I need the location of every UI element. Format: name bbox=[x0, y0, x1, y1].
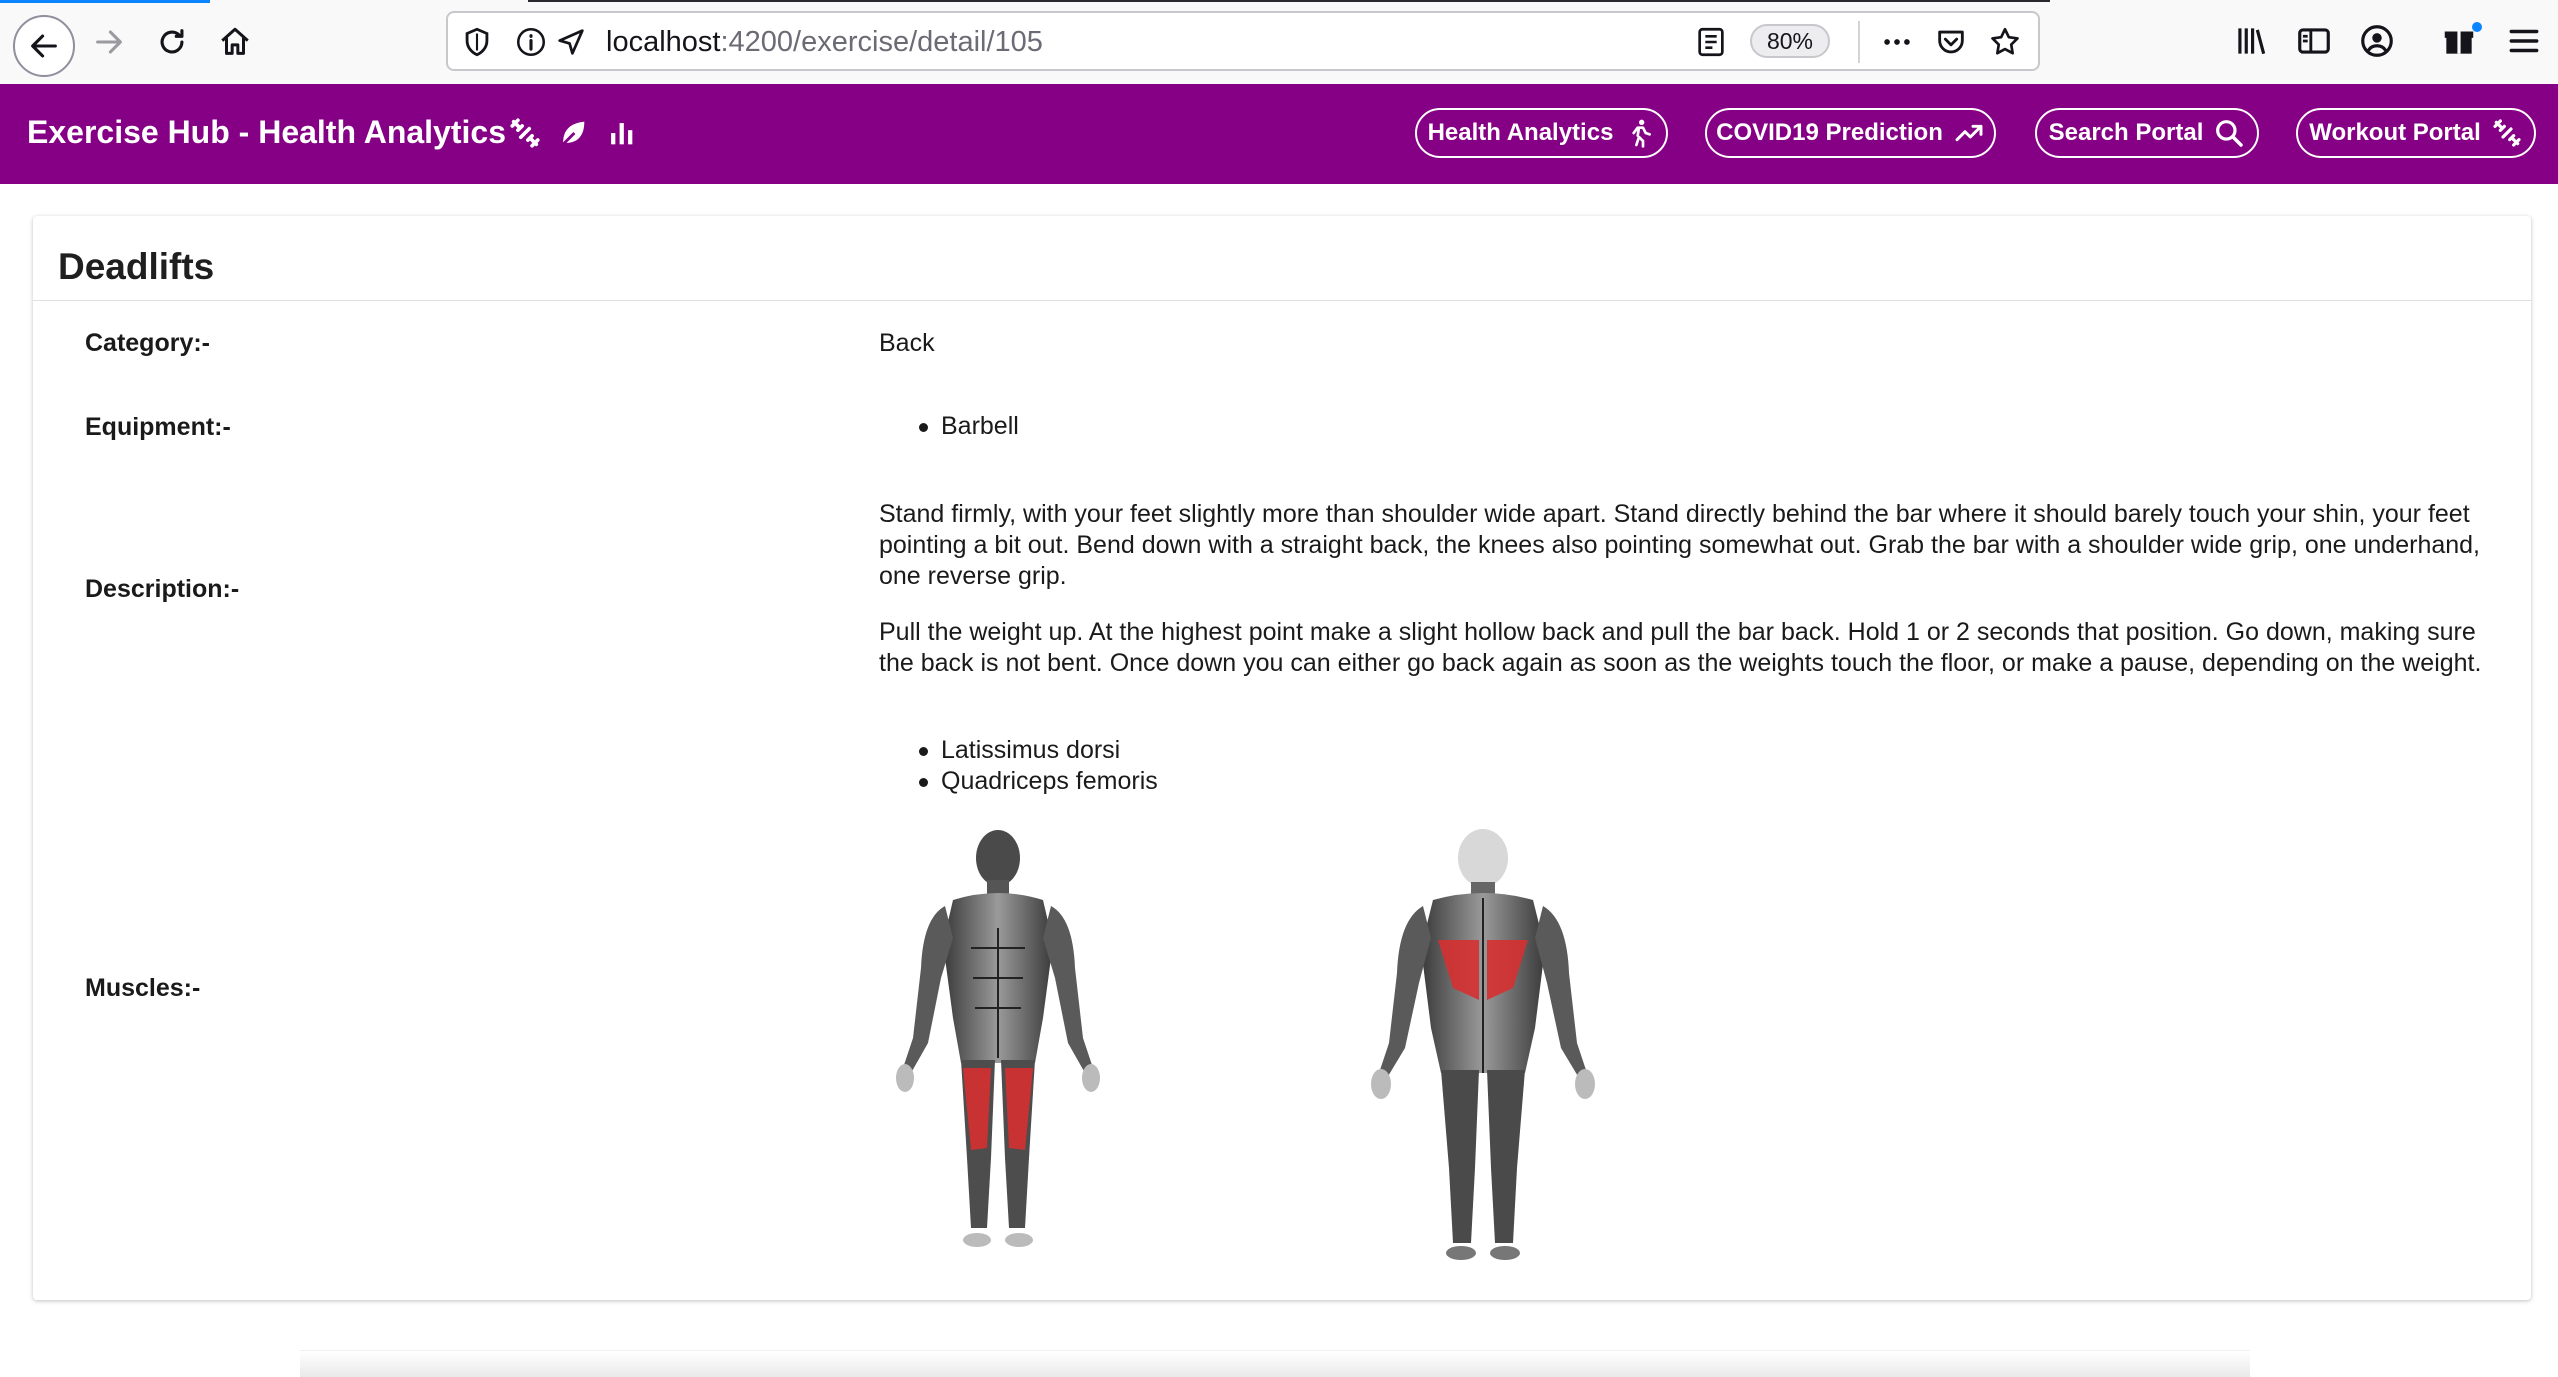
search-portal-label: Search Portal bbox=[2048, 119, 2204, 146]
muscle-diagram-front bbox=[896, 830, 1100, 1247]
pocket-icon[interactable] bbox=[1934, 25, 1968, 59]
back-button[interactable] bbox=[13, 15, 75, 77]
workout-portal-button[interactable]: Workout Portal bbox=[2296, 108, 2536, 158]
address-bar[interactable]: localhost:4200/exercise/detail/105 80% bbox=[446, 11, 2040, 71]
covid19-prediction-button[interactable]: COVID19 Prediction bbox=[1705, 108, 1996, 158]
shield-icon[interactable] bbox=[460, 25, 494, 59]
reload-button[interactable] bbox=[146, 16, 198, 68]
category-label: Category:- bbox=[85, 329, 211, 357]
library-button[interactable] bbox=[2232, 22, 2270, 60]
list-item: Latissimus dorsi bbox=[879, 735, 1158, 766]
equipment-list: Barbell bbox=[879, 411, 1019, 442]
exercise-detail-card: Deadlifts Category:- Back Equipment:- Ba… bbox=[33, 216, 2531, 1300]
tab-indicator bbox=[0, 0, 210, 3]
bookmark-star-icon[interactable] bbox=[1988, 25, 2022, 59]
covid19-prediction-label: COVID19 Prediction bbox=[1716, 119, 1943, 146]
reload-icon bbox=[160, 29, 184, 54]
list-item: Barbell bbox=[879, 411, 1019, 442]
search-portal-button[interactable]: Search Portal bbox=[2035, 108, 2259, 158]
app-header: Exercise Hub - Health Analytics Health A… bbox=[0, 84, 2558, 184]
workout-portal-label: Workout Portal bbox=[2309, 119, 2481, 146]
muscle-diagram-back bbox=[1371, 829, 1595, 1260]
url-path: :4200/exercise/detail/105 bbox=[720, 26, 1043, 58]
equipment-label: Equipment:- bbox=[85, 413, 231, 441]
muscles-list: Latissimus dorsi Quadriceps femoris bbox=[879, 735, 1158, 797]
header-icons bbox=[508, 116, 638, 150]
dumbbell-icon bbox=[2493, 119, 2521, 147]
hamburger-menu-icon bbox=[2509, 29, 2539, 53]
description-paragraph: Pull the weight up. At the highest point… bbox=[879, 618, 2482, 677]
app-title[interactable]: Exercise Hub - Health Analytics bbox=[27, 114, 506, 151]
leaf-icon bbox=[560, 121, 585, 147]
account-button[interactable] bbox=[2358, 22, 2396, 60]
description-paragraph: Stand firmly, with your feet slightly mo… bbox=[879, 500, 2481, 590]
exercise-name: Deadlifts bbox=[58, 246, 215, 287]
home-button[interactable] bbox=[209, 16, 261, 68]
search-icon bbox=[2216, 120, 2244, 147]
health-analytics-label: Health Analytics bbox=[1427, 119, 1614, 146]
running-person-icon bbox=[1632, 119, 1652, 148]
library-icon bbox=[2238, 28, 2266, 55]
category-value: Back bbox=[879, 329, 935, 357]
location-arrow-icon[interactable] bbox=[554, 25, 588, 59]
arrow-right-icon bbox=[96, 30, 122, 54]
account-icon bbox=[2361, 25, 2393, 57]
dumbbell-icon bbox=[510, 118, 540, 148]
more-actions-icon[interactable] bbox=[1880, 25, 1914, 59]
info-icon[interactable] bbox=[514, 25, 548, 59]
forward-button[interactable] bbox=[83, 16, 135, 68]
url-text[interactable]: localhost:4200/exercise/detail/105 bbox=[606, 26, 1043, 59]
reader-view-icon[interactable] bbox=[1694, 25, 1728, 59]
notification-dot bbox=[2472, 22, 2482, 32]
zoom-level[interactable]: 80% bbox=[1750, 24, 1830, 58]
card-divider bbox=[33, 300, 2531, 301]
sidebar-button[interactable] bbox=[2295, 22, 2333, 60]
url-divider bbox=[1858, 21, 1860, 63]
menu-button[interactable] bbox=[2505, 22, 2543, 60]
page-scroll-shadow bbox=[300, 1350, 2250, 1377]
arrow-left-icon bbox=[31, 34, 57, 58]
health-analytics-button[interactable]: Health Analytics bbox=[1415, 108, 1668, 158]
sidebar-icon bbox=[2298, 28, 2330, 54]
active-tab-indicator bbox=[528, 0, 2050, 2]
trending-up-icon bbox=[1955, 124, 1983, 142]
list-item: Quadriceps femoris bbox=[879, 766, 1158, 797]
browser-toolbar: localhost:4200/exercise/detail/105 80% bbox=[0, 0, 2558, 85]
bar-chart-icon bbox=[611, 123, 633, 145]
description-label: Description:- bbox=[85, 575, 240, 603]
home-icon bbox=[221, 27, 249, 55]
description-text: Stand firmly, with your feet slightly mo… bbox=[879, 499, 2499, 704]
muscles-label: Muscles:- bbox=[85, 974, 201, 1002]
url-host: localhost bbox=[606, 26, 721, 58]
